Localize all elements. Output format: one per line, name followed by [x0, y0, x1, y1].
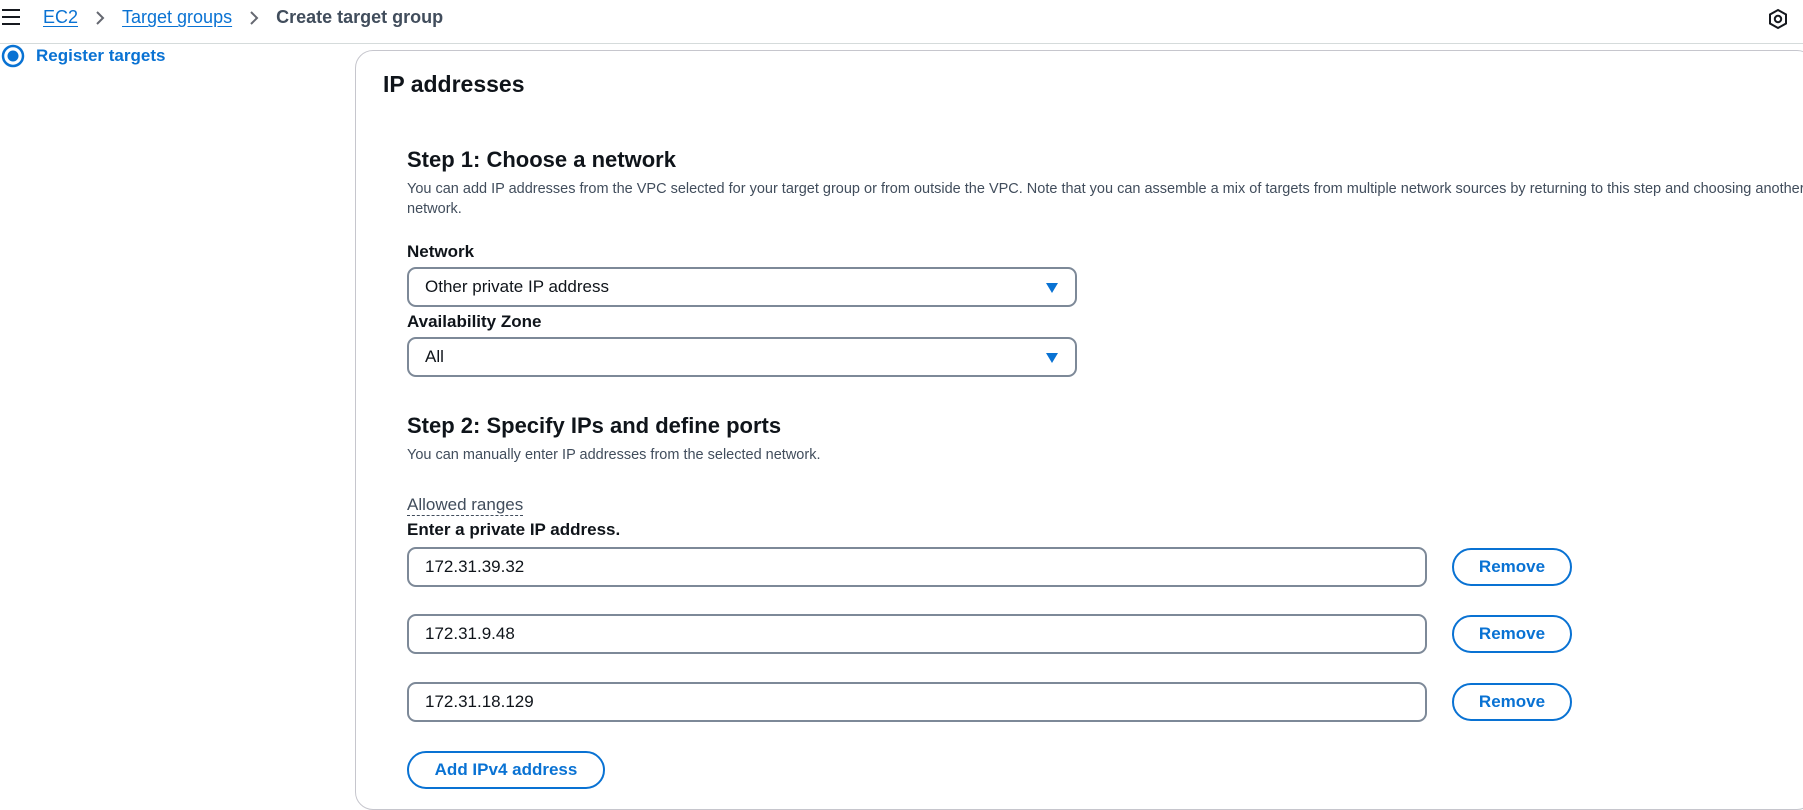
step2-description: You can manually enter IP addresses from… — [407, 447, 821, 463]
wizard-steps-nav: Register targets — [0, 44, 340, 68]
availability-zone-select[interactable]: All — [407, 337, 1077, 377]
caret-down-icon — [1046, 353, 1058, 363]
availability-zone-select-value: All — [425, 347, 444, 366]
availability-zone-label: Availability Zone — [407, 312, 542, 331]
breadcrumb-current-page: Create target group — [276, 7, 444, 27]
settings-hexagon-icon[interactable] — [1767, 8, 1789, 30]
remove-ip-button[interactable]: Remove — [1452, 548, 1572, 586]
ip-address-input[interactable] — [407, 614, 1427, 654]
breadcrumb: EC2 Target groups Create target group — [43, 7, 443, 28]
step2-title: Step 2: Specify IPs and define ports — [407, 413, 782, 438]
add-ipv4-address-button[interactable]: Add IPv4 address — [407, 751, 605, 789]
chevron-right-icon — [250, 10, 259, 25]
breadcrumb-ec2-link[interactable]: EC2 — [43, 7, 78, 28]
network-select-value: Other private IP address — [425, 277, 609, 296]
top-navigation-bar: EC2 Target groups Create target group — [0, 0, 1803, 44]
private-ip-label: Enter a private IP address. — [407, 520, 621, 539]
wizard-step-register-targets[interactable]: Register targets — [0, 44, 340, 68]
network-select[interactable]: Other private IP address — [407, 267, 1077, 307]
step1-description: You can add IP addresses from the VPC se… — [407, 181, 1803, 217]
panel-title: IP addresses — [383, 71, 525, 97]
network-label: Network — [407, 242, 475, 261]
menu-icon[interactable] — [2, 9, 20, 25]
ip-address-input[interactable] — [407, 547, 1427, 587]
ip-addresses-panel: IP addresses Step 1: Choose a network Yo… — [355, 50, 1803, 810]
remove-ip-button[interactable]: Remove — [1452, 683, 1572, 721]
breadcrumb-target-groups-link[interactable]: Target groups — [122, 7, 232, 28]
caret-down-icon — [1046, 283, 1058, 293]
allowed-ranges-link[interactable]: Allowed ranges — [407, 495, 524, 516]
wizard-step-label: Register targets — [36, 46, 166, 65]
radio-selected-icon — [1, 44, 25, 68]
step1-title: Step 1: Choose a network — [407, 147, 676, 172]
ip-address-input[interactable] — [407, 682, 1427, 722]
chevron-right-icon — [96, 10, 105, 25]
remove-ip-button[interactable]: Remove — [1452, 615, 1572, 653]
